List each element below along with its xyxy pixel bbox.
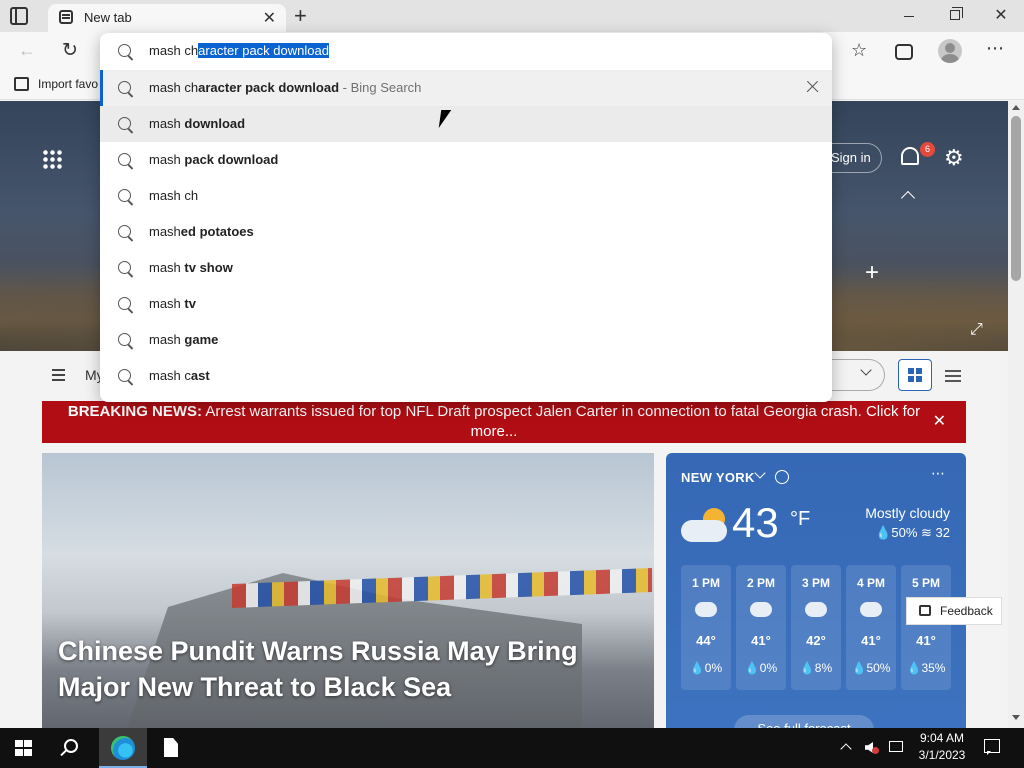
search-icon — [118, 117, 131, 130]
taskbar-search-icon[interactable] — [64, 739, 78, 753]
story-title[interactable]: Chinese Pundit Warns Russia May Bring Ma… — [58, 633, 618, 705]
app-launcher-icon[interactable] — [42, 149, 62, 169]
suggestion-item[interactable]: mash tv show — [100, 250, 832, 286]
chevron-down-icon[interactable] — [754, 467, 766, 479]
action-center-icon[interactable] — [984, 739, 1000, 755]
favorites-star-icon[interactable]: ☆ — [851, 40, 867, 61]
temperature-unit[interactable]: °F — [790, 508, 810, 531]
breaking-news-banner[interactable]: BREAKING NEWS: Arrest warrants issued fo… — [42, 401, 966, 443]
address-input[interactable]: mash character pack download — [100, 33, 832, 69]
clock-time[interactable]: 9:04 AM — [912, 731, 972, 745]
hour-card[interactable]: 2 PM 41° 💧0% — [736, 565, 786, 690]
feedback-button[interactable]: Feedback — [906, 597, 1002, 625]
edge-browser-icon — [111, 736, 135, 760]
search-icon — [118, 261, 131, 274]
notifications-bell-icon[interactable] — [901, 147, 919, 165]
suggestion-item[interactable]: mash character pack download - Bing Sear… — [100, 70, 832, 106]
search-icon — [118, 369, 131, 382]
see-full-forecast-button[interactable]: See full forecast — [734, 715, 874, 728]
weather-more-icon[interactable]: ⋯ — [931, 465, 946, 482]
top-story-card[interactable]: Chinese Pundit Warns Russia May Bring Ma… — [42, 453, 654, 728]
back-icon[interactable]: ← — [18, 40, 36, 61]
search-icon — [118, 81, 131, 94]
suggestion-item[interactable]: mash ch — [100, 178, 832, 214]
address-input-text[interactable]: mash character pack download — [149, 43, 329, 58]
windows-start-icon[interactable] — [15, 740, 32, 756]
import-favorites-icon[interactable] — [14, 77, 29, 91]
hour-card[interactable]: 1 PM 44° 💧0% — [681, 565, 731, 690]
expand-icon[interactable]: ⤢ — [970, 321, 983, 339]
tab-new-tab[interactable]: New tab ✕ — [48, 4, 286, 32]
close-window-icon[interactable]: ✕ — [978, 5, 1024, 25]
tab-actions-icon[interactable] — [10, 7, 28, 25]
suggestion-item[interactable]: mash game — [100, 322, 832, 358]
clock-date[interactable]: 3/1/2023 — [912, 748, 972, 762]
hour-card[interactable]: 3 PM 42° 💧8% — [791, 565, 841, 690]
remove-suggestion-icon[interactable] — [804, 79, 820, 95]
show-hidden-icons-chevron-icon[interactable] — [840, 743, 852, 755]
suggestion-item[interactable]: mash tv — [100, 286, 832, 322]
location-globe-icon[interactable] — [775, 470, 789, 484]
search-icon — [118, 44, 131, 57]
suggestion-item[interactable]: mash pack download — [100, 142, 832, 178]
search-icon — [118, 297, 131, 310]
hourly-forecast: 1 PM 44° 💧0% 2 PM 41° 💧0% 3 PM 42° 💧8% 4… — [681, 565, 957, 690]
minimize-icon[interactable] — [904, 16, 914, 17]
suggestion-item[interactable]: mash cast — [100, 358, 832, 394]
collapse-chevron-icon[interactable] — [900, 190, 916, 206]
search-icon — [118, 225, 131, 238]
weather-city[interactable]: NEW YORK — [681, 470, 755, 485]
breaking-news-text: Arrest warrants issued for top NFL Draft… — [202, 403, 921, 440]
content-visibility-dropdown[interactable] — [830, 359, 885, 391]
breaking-news-label: BREAKING NEWS: — [67, 403, 203, 420]
weather-card[interactable]: NEW YORK ⋯ 43 °F Mostly cloudy 💧50% ≋ 32… — [666, 453, 966, 728]
current-temperature: 43 — [732, 499, 779, 546]
address-bar-suggestions: mash character pack download mash charac… — [100, 33, 832, 402]
notification-count-badge: 6 — [920, 142, 935, 157]
more-options-icon[interactable]: ⋯ — [986, 38, 1005, 59]
rain-icon — [860, 602, 882, 617]
cloudy-icon — [805, 602, 827, 617]
title-bar: New tab ✕ + ✕ — [0, 0, 1024, 32]
feedback-label: Feedback — [940, 604, 993, 618]
weather-condition: Mostly cloudy — [865, 505, 950, 521]
partly-sunny-icon — [750, 596, 772, 617]
search-icon — [118, 333, 131, 346]
autocomplete-selection: aracter pack download — [198, 43, 329, 58]
scroll-down-icon[interactable] — [1012, 715, 1020, 720]
scroll-up-icon[interactable] — [1012, 105, 1020, 110]
hour-card[interactable]: 5 PM 41° 💧35% — [901, 565, 951, 690]
partly-sunny-icon — [695, 596, 717, 617]
file-icon[interactable] — [164, 738, 178, 757]
page-scrollbar[interactable] — [1008, 101, 1024, 728]
taskbar: 9:04 AM 3/1/2023 — [0, 728, 1024, 768]
close-banner-icon[interactable]: ✕ — [933, 412, 946, 432]
feedback-icon — [919, 605, 931, 616]
collections-icon[interactable] — [895, 44, 913, 60]
profile-avatar[interactable] — [938, 39, 962, 63]
grid-view-button[interactable] — [898, 359, 932, 391]
import-favorites-link[interactable]: Import favo — [38, 77, 98, 91]
tab-title: New tab — [84, 10, 132, 25]
list-view-icon[interactable] — [945, 370, 961, 372]
feed-menu-icon[interactable] — [52, 369, 65, 371]
mostly-cloudy-icon — [681, 508, 729, 542]
refresh-icon[interactable]: ↻ — [62, 39, 78, 62]
restore-icon[interactable] — [950, 7, 963, 20]
new-tab-button[interactable]: + — [294, 3, 307, 29]
taskbar-edge-button[interactable] — [99, 728, 147, 768]
search-icon — [118, 189, 131, 202]
add-shortcut-icon[interactable]: + — [865, 259, 879, 287]
scroll-thumb[interactable] — [1011, 116, 1021, 281]
tab-close-icon[interactable]: ✕ — [263, 8, 276, 28]
new-tab-favicon-icon — [59, 10, 73, 24]
weather-details: 💧50% ≋ 32 — [875, 525, 950, 540]
hour-card[interactable]: 4 PM 41° 💧50% — [846, 565, 896, 690]
network-icon[interactable] — [889, 741, 903, 752]
search-icon — [118, 153, 131, 166]
settings-gear-icon[interactable]: ⚙ — [944, 145, 964, 171]
suggestion-item[interactable]: mash download — [100, 106, 832, 142]
suggestion-item[interactable]: mashed potatoes — [100, 214, 832, 250]
